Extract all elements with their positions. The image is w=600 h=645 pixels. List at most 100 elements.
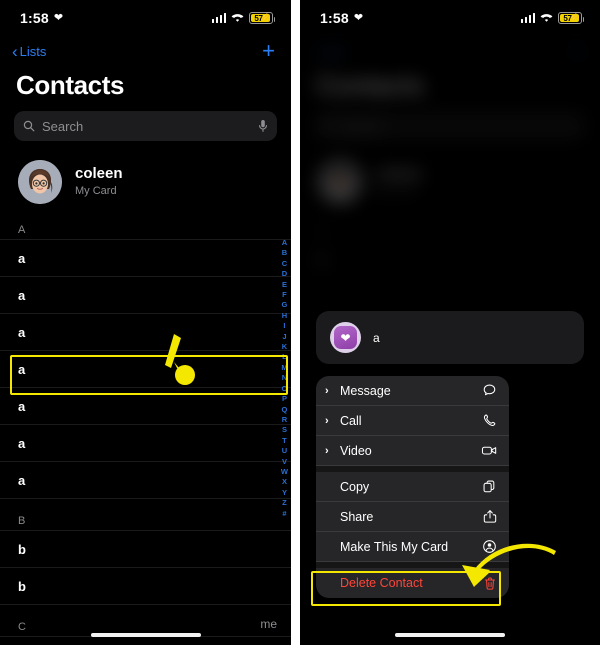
message-bubble-icon: [481, 383, 498, 398]
contact-row[interactable]: a: [0, 314, 291, 351]
menu-item-left: ›Delete Contact: [325, 576, 423, 590]
status-bar-left-group-2: 1:58 ❤: [320, 10, 363, 26]
add-contact-button[interactable]: +: [262, 40, 275, 62]
heart-icon: ❤: [53, 11, 64, 24]
index-letter[interactable]: E: [282, 280, 287, 290]
menu-item-label: Delete Contact: [340, 576, 423, 590]
index-letter[interactable]: O: [282, 384, 288, 394]
index-letter[interactable]: N: [282, 373, 287, 383]
back-to-lists-button[interactable]: ‹ Lists: [12, 43, 46, 60]
contact-row[interactable]: c: [0, 637, 291, 645]
menu-item-label: Call: [340, 413, 362, 428]
nav-bar-left: ‹ Lists +: [0, 36, 291, 64]
menu-item-label: Share: [340, 509, 374, 524]
contact-list: AaaaaaaaBbbCcc: [0, 218, 291, 645]
menu-item-left: ›Copy: [325, 480, 369, 494]
contact-row[interactable]: a: [0, 351, 291, 388]
contact-row[interactable]: a: [0, 388, 291, 425]
index-letter[interactable]: M: [281, 363, 287, 373]
menu-item-message[interactable]: › Message: [316, 376, 509, 406]
menu-item-left: ›Make This My Card: [325, 540, 448, 554]
menu-item-video[interactable]: › Video: [316, 436, 509, 466]
preview-contact-name: a: [373, 330, 380, 345]
contact-row[interactable]: a: [0, 462, 291, 499]
index-letter[interactable]: K: [282, 342, 287, 352]
menu-item-label: Copy: [340, 479, 370, 494]
section-header: A: [0, 218, 291, 240]
chevron-right-icon: ›: [325, 414, 329, 427]
status-bar-right: 1:58 ❤ 57 ⚡: [300, 0, 600, 36]
cellular-signal-icon-2: [520, 13, 535, 23]
index-letter[interactable]: P: [282, 394, 287, 404]
me-label: me: [260, 617, 277, 631]
context-menu: › Message › Call › Video ›Copy ›Share ›Make This…: [316, 376, 509, 598]
index-letter[interactable]: Z: [282, 498, 287, 508]
status-bar-right-group: 57 ⚡: [211, 12, 275, 24]
menu-item-share[interactable]: ›Share: [316, 502, 509, 532]
battery-icon-2: 57 ⚡: [558, 12, 584, 24]
index-letter[interactable]: X: [282, 477, 287, 487]
menu-item-call[interactable]: › Call: [316, 406, 509, 436]
magnifier-icon: [23, 120, 35, 132]
index-letter[interactable]: T: [282, 436, 287, 446]
memoji-avatar: [18, 160, 62, 204]
contact-row[interactable]: b: [0, 568, 291, 605]
index-letter[interactable]: F: [282, 290, 287, 300]
status-bar-right-group-2: 57 ⚡: [520, 12, 584, 24]
index-letter[interactable]: B: [282, 248, 287, 258]
search-bar-container: Search: [0, 111, 291, 153]
index-letter[interactable]: A: [282, 238, 287, 248]
video-camera-icon: [481, 443, 498, 458]
my-card-text: coleen My Card: [75, 165, 123, 199]
my-card-row[interactable]: coleen My Card: [0, 153, 291, 218]
menu-item-label: Message: [340, 383, 391, 398]
microphone-icon[interactable]: [258, 119, 268, 133]
index-letter[interactable]: #: [282, 509, 286, 519]
contact-row[interactable]: a: [0, 277, 291, 314]
copy-icon: [481, 479, 498, 494]
status-bar-left-group: 1:58 ❤: [20, 10, 63, 26]
chevron-right-icon: ›: [325, 384, 329, 397]
back-label: Lists: [19, 43, 47, 59]
index-letter[interactable]: V: [282, 457, 287, 467]
my-card-subtitle: My Card: [75, 184, 117, 197]
wifi-icon: [231, 13, 244, 23]
index-letter[interactable]: Q: [282, 405, 288, 415]
person-circle-icon: [481, 539, 498, 554]
search-placeholder: Search: [42, 118, 84, 134]
right-phone-screen: 1:58 ❤ 57 ⚡ ‹ Lists + Contacts Search co…: [300, 0, 600, 645]
index-letter[interactable]: W: [281, 467, 288, 477]
heart-icon-2: ❤: [353, 11, 364, 24]
menu-item-label: Make This My Card: [340, 539, 449, 554]
index-letter[interactable]: D: [282, 269, 287, 279]
index-letter[interactable]: R: [282, 415, 287, 425]
menu-item-delete-contact[interactable]: ›Delete Contact: [316, 568, 509, 598]
index-letter[interactable]: G: [282, 300, 288, 310]
index-letter[interactable]: H: [282, 311, 287, 321]
index-letter[interactable]: U: [282, 446, 287, 456]
index-letter[interactable]: C: [282, 259, 287, 269]
alphabet-index[interactable]: A B C D E F G H I J K L M N O P Q R S T U V W X Y Z #: [281, 238, 288, 519]
index-letter[interactable]: I: [283, 321, 285, 331]
contact-row[interactable]: b: [0, 531, 291, 568]
home-indicator-right: [395, 633, 505, 637]
index-letter[interactable]: L: [282, 352, 287, 362]
index-letter[interactable]: S: [282, 425, 287, 435]
heart-avatar-icon: ❤: [330, 322, 361, 353]
menu-item-make-this-my-card[interactable]: ›Make This My Card: [316, 532, 509, 562]
menu-item-copy[interactable]: ›Copy: [316, 472, 509, 502]
status-time: 1:58: [20, 10, 49, 26]
phone-icon: [481, 413, 498, 428]
wifi-icon-2: [540, 13, 553, 23]
search-input[interactable]: Search: [14, 111, 277, 141]
contact-row[interactable]: a: [0, 240, 291, 277]
index-letter[interactable]: J: [282, 332, 286, 342]
contact-row[interactable]: a: [0, 425, 291, 462]
contact-preview-card[interactable]: ❤ a: [316, 311, 584, 364]
my-card-name: coleen: [75, 165, 123, 183]
index-letter[interactable]: Y: [282, 488, 287, 498]
share-icon: [481, 509, 498, 524]
status-time-2: 1:58: [320, 10, 349, 26]
